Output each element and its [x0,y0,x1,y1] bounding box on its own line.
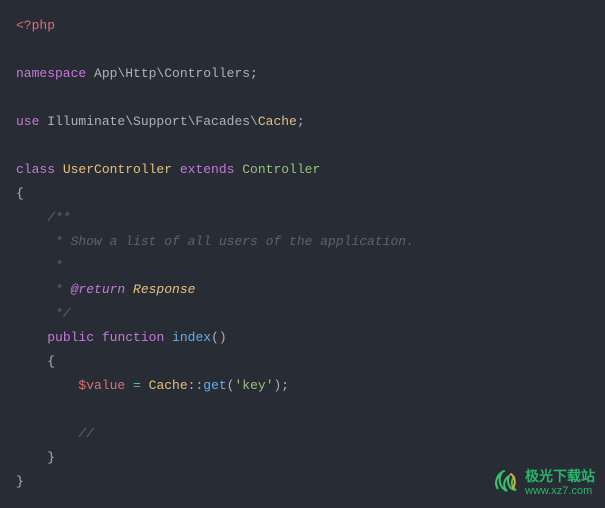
get-fn: get [203,378,226,393]
code-editor: <?php namespace App\Http\Controllers; us… [0,0,605,508]
rparen-semi: ); [274,378,290,393]
var-value: $value [78,378,125,393]
kw-class: class [16,162,55,177]
string-key: 'key' [234,378,273,393]
double-colon: :: [188,378,204,393]
kw-use: use [16,114,39,129]
indent [16,378,78,393]
cache-class: Cache [149,378,188,393]
doc-type: Response [125,282,195,297]
kw-public: public [47,330,94,345]
docblock-line: /** [16,210,71,225]
method-brace-open: { [16,354,55,369]
class-name: UserController [55,162,180,177]
semi: ; [297,114,305,129]
line-comment: // [78,426,94,441]
equals: = [125,378,148,393]
php-open-tag: <?php [16,18,55,33]
namespace-path: App\Http\Controllers; [86,66,258,81]
base-class: Controller [234,162,320,177]
parens: () [211,330,227,345]
use-class: Cache [258,114,297,129]
kw-extends: extends [180,162,235,177]
docblock-line: */ [16,306,71,321]
docblock-line: * Show a list of all users of the applic… [16,234,414,249]
docblock-line: * [16,258,63,273]
use-path: Illuminate\Support\Facades\ [39,114,257,129]
kw-function: function [102,330,164,345]
method-brace-close: } [16,450,55,465]
fn-name: index [164,330,211,345]
doc-return: @return [71,282,126,297]
docblock-line: * [16,282,71,297]
indent [16,426,78,441]
brace-close: } [16,474,24,489]
space [94,330,102,345]
kw-namespace: namespace [16,66,86,81]
indent [16,330,47,345]
brace-open: { [16,186,24,201]
